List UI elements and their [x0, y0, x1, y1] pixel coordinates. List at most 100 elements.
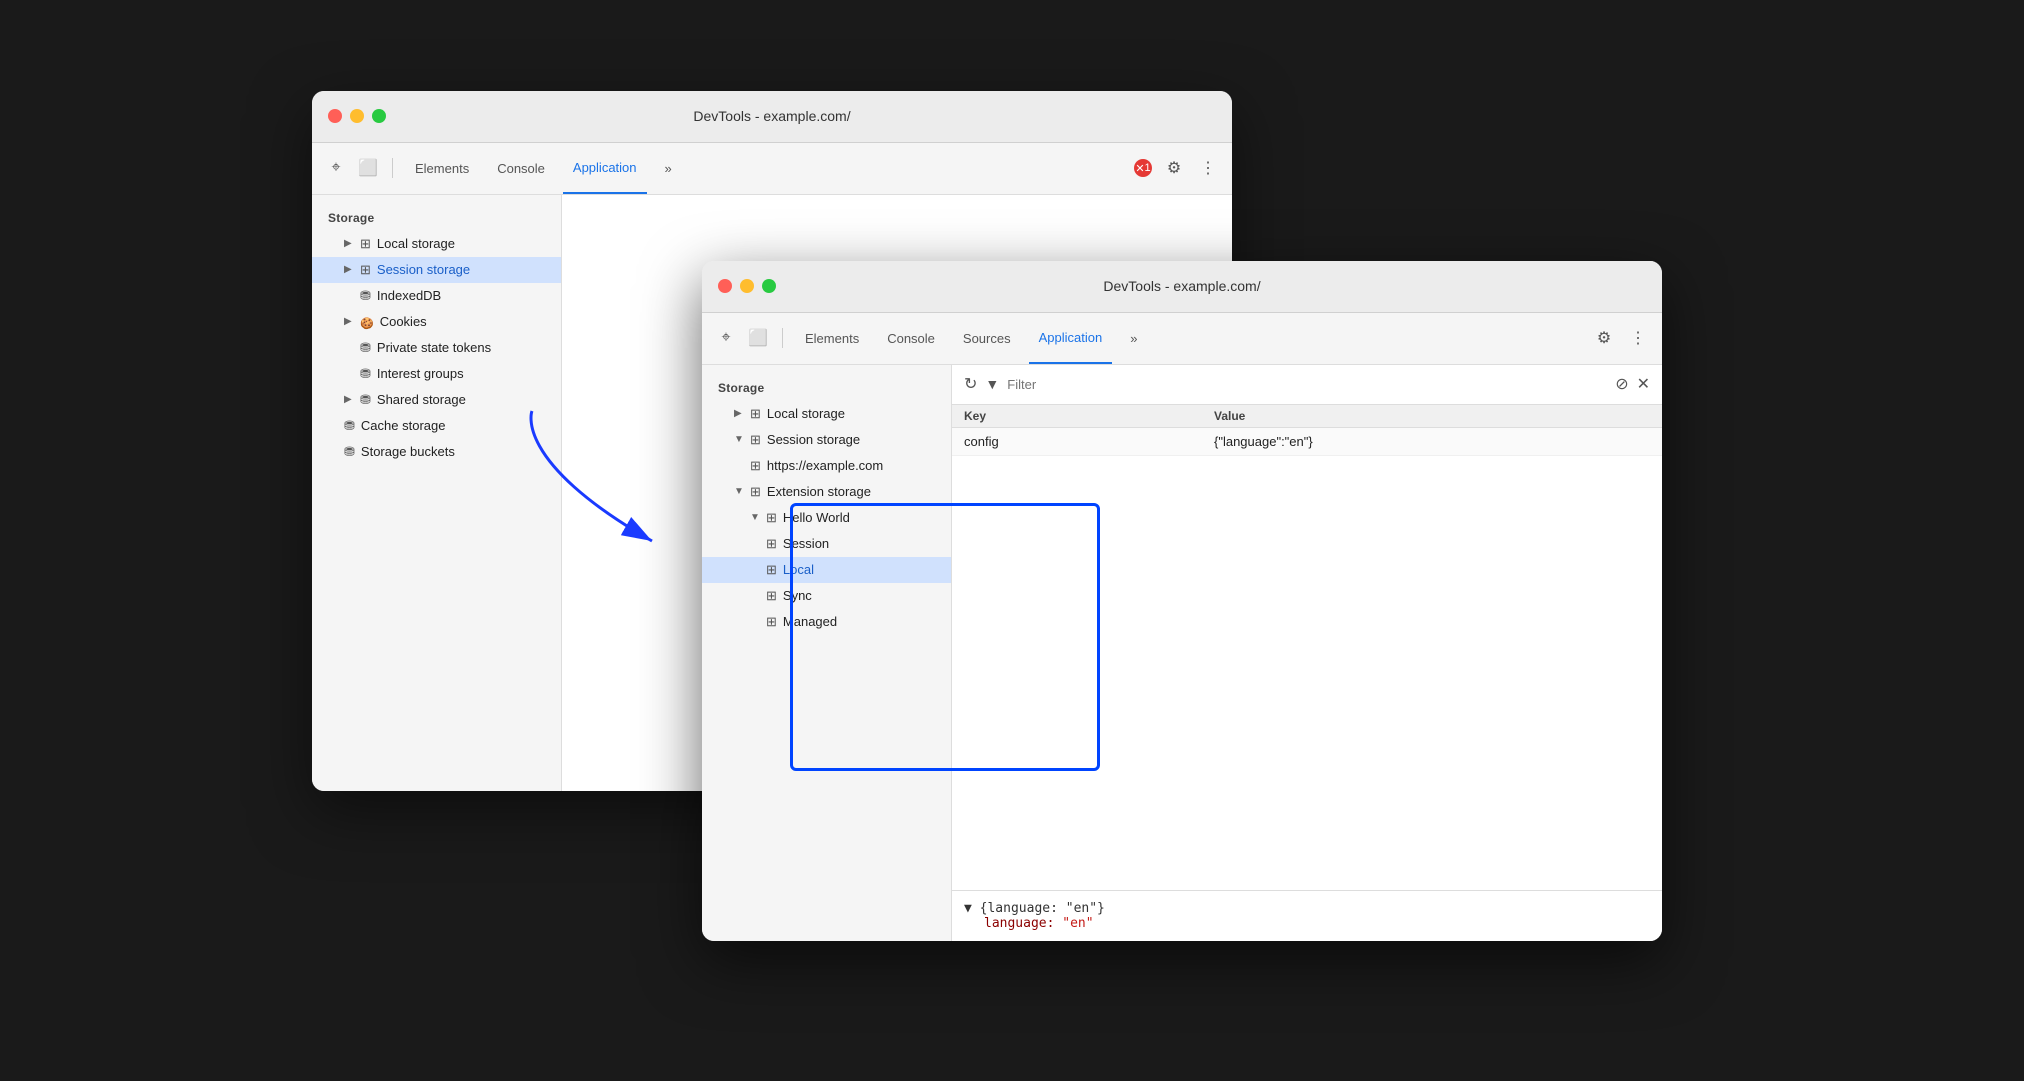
front-data-table: Key Value config {"language":"en"} — [952, 405, 1662, 890]
front-sidebar-item-local-storage[interactable]: ▶ Local storage — [702, 401, 951, 427]
front-session-storage-icon — [750, 431, 761, 448]
front-clear-filter-icon[interactable]: ⊘ — [1615, 374, 1628, 394]
back-sidebar-item-session-storage[interactable]: ▶ Session storage — [312, 257, 561, 283]
front-close-filter-icon[interactable]: ✕ — [1637, 374, 1650, 394]
front-row-value-0: {"language":"en"} — [1214, 434, 1650, 449]
front-cursor-icon[interactable]: ⌖ — [714, 326, 738, 350]
back-sidebar-item-interest-groups[interactable]: Interest groups — [312, 361, 561, 387]
back-minimize-button[interactable] — [350, 109, 364, 123]
front-settings-icon[interactable]: ⚙ — [1592, 326, 1616, 350]
front-refresh-button[interactable]: ↻ — [964, 374, 977, 394]
front-col-header-key: Key — [964, 409, 1214, 423]
front-toolbar: ⌖ ⬜ Elements Console Sources Application… — [702, 313, 1662, 365]
back-interest-groups-icon — [360, 365, 371, 382]
front-hello-world-chevron: ▼ — [750, 512, 760, 523]
front-close-button[interactable] — [718, 279, 732, 293]
front-sync-icon — [766, 587, 777, 604]
back-sidebar: Storage ▶ Local storage ▶ Session storag… — [312, 195, 562, 791]
back-sidebar-item-shared-storage[interactable]: ▶ Shared storage — [312, 387, 561, 413]
back-close-button[interactable] — [328, 109, 342, 123]
back-session-storage-label: Session storage — [377, 262, 470, 277]
front-window-title: DevTools - example.com/ — [1103, 278, 1260, 294]
front-sidebar-item-managed[interactable]: Managed — [702, 609, 951, 635]
front-inspector: ▼ {language: "en"} language: "en" — [952, 890, 1662, 941]
front-sync-label: Sync — [783, 588, 812, 603]
front-filter-input[interactable] — [1007, 377, 1607, 392]
front-filter-actions: ⊘ ✕ — [1615, 374, 1650, 394]
back-cursor-icon[interactable]: ⌖ — [324, 156, 348, 180]
front-local-storage-label: Local storage — [767, 406, 845, 421]
front-col-header-value: Value — [1214, 409, 1650, 423]
front-session-label: Session — [783, 536, 829, 551]
front-sidebar-item-sync[interactable]: Sync — [702, 583, 951, 609]
back-device-icon[interactable]: ⬜ — [356, 156, 380, 180]
front-sidebar-item-session[interactable]: Session — [702, 531, 951, 557]
back-tab-console[interactable]: Console — [487, 143, 555, 194]
front-more-icon[interactable]: ⋮ — [1626, 326, 1650, 350]
front-titlebar: DevTools - example.com/ — [702, 261, 1662, 313]
front-sidebar-item-example-com[interactable]: https://example.com — [702, 453, 951, 479]
back-storage-buckets-icon — [344, 443, 355, 460]
back-cache-storage-label: Cache storage — [361, 418, 446, 433]
back-shared-storage-icon — [360, 391, 371, 408]
front-maximize-button[interactable] — [762, 279, 776, 293]
back-more-icon[interactable]: ⋮ — [1196, 156, 1220, 180]
front-session-storage-label: Session storage — [767, 432, 860, 447]
back-local-storage-chevron: ▶ — [344, 238, 354, 249]
back-local-storage-label: Local storage — [377, 236, 455, 251]
front-tab-application[interactable]: Application — [1029, 313, 1113, 364]
back-error-icon: ✕ — [1135, 162, 1144, 175]
back-interest-groups-label: Interest groups — [377, 366, 464, 381]
back-window-title: DevTools - example.com/ — [693, 108, 850, 124]
front-row-key-0: config — [964, 434, 1214, 449]
back-cache-storage-icon — [344, 417, 355, 434]
front-sidebar: Storage ▶ Local storage ▼ Session storag… — [702, 365, 952, 941]
back-private-state-icon — [360, 339, 371, 356]
back-error-count: 1 — [1145, 162, 1151, 174]
front-example-com-label: https://example.com — [767, 458, 883, 473]
front-tab-sources[interactable]: Sources — [953, 313, 1021, 364]
back-sidebar-item-private-state-tokens[interactable]: Private state tokens — [312, 335, 561, 361]
back-traffic-lights — [328, 109, 386, 123]
back-cookies-label: Cookies — [380, 314, 427, 329]
back-sidebar-item-local-storage[interactable]: ▶ Local storage — [312, 231, 561, 257]
front-session-storage-chevron: ▼ — [734, 434, 744, 445]
front-sidebar-item-session-storage[interactable]: ▼ Session storage — [702, 427, 951, 453]
back-cookies-chevron: ▶ — [344, 316, 354, 327]
back-tab-application[interactable]: Application — [563, 143, 647, 194]
back-error-badge: ✕ 1 — [1134, 159, 1152, 177]
front-toolbar-separator — [782, 328, 783, 348]
front-table-row-0[interactable]: config {"language":"en"} — [952, 428, 1662, 456]
front-filter-bar: ↻ ▼ ⊘ ✕ — [952, 365, 1662, 405]
front-sidebar-item-extension-storage[interactable]: ▼ Extension storage — [702, 479, 951, 505]
front-sidebar-section: Storage — [702, 377, 951, 401]
back-sidebar-item-storage-buckets[interactable]: Storage buckets — [312, 439, 561, 465]
front-managed-label: Managed — [783, 614, 837, 629]
front-tab-elements[interactable]: Elements — [795, 313, 869, 364]
front-toolbar-right: ⚙ ⋮ — [1592, 326, 1650, 350]
front-tab-more[interactable]: » — [1120, 313, 1147, 364]
front-example-com-icon — [750, 457, 761, 474]
back-toolbar: ⌖ ⬜ Elements Console Application » ✕ 1 ⚙… — [312, 143, 1232, 195]
back-tab-more[interactable]: » — [655, 143, 682, 194]
back-sidebar-item-indexeddb[interactable]: IndexedDB — [312, 283, 561, 309]
back-tab-elements[interactable]: Elements — [405, 143, 479, 194]
front-sidebar-item-hello-world[interactable]: ▼ Hello World — [702, 505, 951, 531]
front-inspector-prop-val: "en" — [1062, 916, 1093, 931]
front-minimize-button[interactable] — [740, 279, 754, 293]
back-maximize-button[interactable] — [372, 109, 386, 123]
front-sidebar-item-local[interactable]: Local — [702, 557, 951, 583]
back-sidebar-item-cookies[interactable]: ▶ Cookies — [312, 309, 561, 335]
back-titlebar: DevTools - example.com/ — [312, 91, 1232, 143]
back-sidebar-item-cache-storage[interactable]: Cache storage — [312, 413, 561, 439]
front-main-content: ↻ ▼ ⊘ ✕ Key Value config {"langu — [952, 365, 1662, 941]
front-tab-console[interactable]: Console — [877, 313, 945, 364]
front-session-icon — [766, 535, 777, 552]
front-traffic-lights — [718, 279, 776, 293]
back-settings-icon[interactable]: ⚙ — [1162, 156, 1186, 180]
front-device-icon[interactable]: ⬜ — [746, 326, 770, 350]
back-session-storage-grid-icon — [360, 261, 371, 278]
front-inspector-prop-key: language: — [984, 916, 1054, 931]
back-private-state-label: Private state tokens — [377, 340, 491, 355]
front-extension-storage-icon — [750, 483, 761, 500]
